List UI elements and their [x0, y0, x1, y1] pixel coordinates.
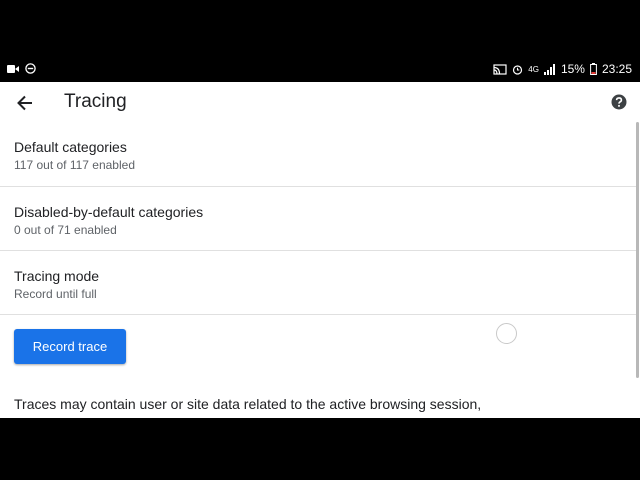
status-bar: 4G 15% 23:25: [0, 58, 640, 82]
pref-default-categories[interactable]: Default categories 117 out of 117 enable…: [0, 123, 636, 187]
pref-title: Default categories: [14, 139, 127, 155]
help-icon[interactable]: [611, 94, 627, 110]
alarm-icon: [513, 64, 523, 75]
battery-icon: [590, 63, 597, 75]
pref-summary: Record until full: [14, 287, 97, 301]
tracing-settings-page: Tracing Default categories 117 out of 11…: [0, 82, 640, 418]
back-arrow-icon[interactable]: [14, 92, 36, 114]
clock: 23:25: [601, 62, 632, 76]
scrollbar[interactable]: [636, 122, 639, 378]
pref-summary: 0 out of 71 enabled: [14, 223, 117, 237]
pref-summary: 117 out of 117 enabled: [14, 158, 135, 172]
pref-title: Disabled-by-default categories: [14, 204, 204, 220]
battery-percent: 15%: [560, 62, 585, 76]
phone-screen: 4G 15% 23:25 Tracing Default categories …: [0, 0, 640, 480]
network-type: 4G: [528, 64, 539, 74]
record-trace-button[interactable]: Record trace: [14, 329, 126, 364]
do-not-disturb-icon: [25, 63, 36, 74]
toolbar: Tracing: [0, 82, 640, 124]
touch-indicator: [496, 323, 517, 344]
privacy-notice: Traces may contain user or site data rel…: [14, 396, 482, 418]
video-camera-icon: [7, 64, 19, 73]
pref-tracing-mode[interactable]: Tracing mode Record until full: [0, 251, 636, 315]
signal-icon: [543, 63, 555, 75]
page-title: Tracing: [64, 91, 127, 112]
pref-title: Tracing mode: [14, 268, 100, 284]
pref-disabled-by-default-categories[interactable]: Disabled-by-default categories 0 out of …: [0, 187, 636, 251]
cast-icon: [493, 63, 507, 75]
